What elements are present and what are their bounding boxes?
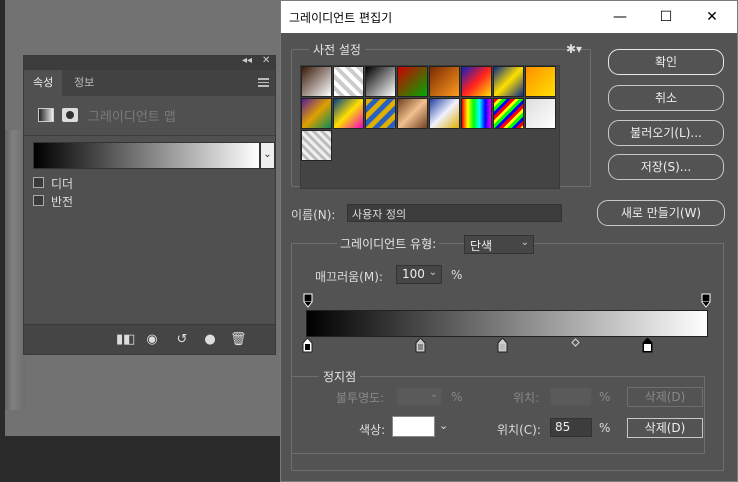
visibility-icon[interactable]: ● bbox=[202, 332, 218, 348]
preset-swatch[interactable] bbox=[397, 98, 428, 129]
delete-icon[interactable]: 🗑 bbox=[230, 332, 247, 348]
panel-footer: ▮◧ ◉ ↺ ● 🗑 bbox=[24, 324, 275, 354]
checkbox-box[interactable] bbox=[33, 177, 44, 188]
dialog-title: 그레이디언트 편집기 bbox=[289, 11, 393, 25]
mask-icon[interactable] bbox=[62, 108, 78, 122]
dither-label: 디더 bbox=[51, 177, 74, 191]
panel-top-strip: ◂◂ ✕ bbox=[24, 55, 275, 70]
gradient-edit-bar[interactable] bbox=[306, 310, 708, 337]
dither-checkbox[interactable]: 디더 bbox=[33, 175, 213, 191]
preset-swatch[interactable] bbox=[493, 66, 524, 97]
preset-swatch[interactable] bbox=[429, 98, 460, 129]
chevron-down-icon: ⌄ bbox=[428, 267, 437, 278]
panel-tabs: 속성 정보 bbox=[24, 70, 275, 96]
reset-icon[interactable]: ↺ bbox=[174, 332, 190, 348]
preset-swatch[interactable] bbox=[461, 66, 492, 97]
color-location-unit: % bbox=[599, 421, 611, 435]
chevron-down-icon: ⌄ bbox=[429, 389, 438, 400]
smoothness-label: 매끄러움(M): bbox=[315, 270, 383, 284]
color-label: 색상: bbox=[359, 423, 386, 437]
preset-swatch[interactable] bbox=[397, 66, 428, 97]
color-stop-white-selected[interactable] bbox=[642, 338, 653, 353]
chevron-down-icon: ⌄ bbox=[520, 237, 529, 248]
opacity-delete-button: 삭제(D) bbox=[627, 387, 703, 407]
save-button[interactable]: 저장(S)... bbox=[608, 154, 724, 180]
preset-swatch[interactable] bbox=[525, 66, 556, 97]
opacity-location-label: 위치: bbox=[513, 391, 540, 405]
smoothness-value: 100 bbox=[402, 267, 425, 281]
presets-gear-icon[interactable]: ✱▾ bbox=[566, 42, 582, 56]
preset-swatch[interactable] bbox=[333, 98, 364, 129]
color-stop-gray-2[interactable] bbox=[497, 338, 508, 353]
gradient-preview-bar[interactable] bbox=[33, 142, 260, 169]
gradient-type-label: 그레이디언트 유형: bbox=[337, 235, 440, 252]
canvas-image-fragment bbox=[5, 130, 25, 410]
preset-swatch[interactable] bbox=[301, 130, 332, 161]
color-stop-gray-1[interactable] bbox=[415, 338, 426, 353]
preset-swatch[interactable] bbox=[333, 66, 364, 97]
new-button[interactable]: 새로 만들기(W) bbox=[597, 200, 725, 226]
preset-swatch[interactable] bbox=[365, 66, 396, 97]
adjustment-title: 그레이디언트 맵 bbox=[88, 110, 176, 125]
preset-swatch[interactable] bbox=[365, 98, 396, 129]
color-stop-black[interactable] bbox=[302, 338, 313, 353]
gradient-editor-dialog: 그레이디언트 편집기 — ☐ ✕ 사전 설정 ✱▾ 확인 취소 불러오기(L).… bbox=[280, 0, 738, 482]
smoothness-unit: % bbox=[451, 268, 463, 282]
minimize-button[interactable]: — bbox=[597, 1, 643, 33]
color-midpoint-marker[interactable] bbox=[571, 338, 580, 347]
tab-properties[interactable]: 속성 bbox=[24, 70, 63, 96]
maximize-button[interactable]: ☐ bbox=[643, 1, 689, 33]
opacity-field: ⌄ bbox=[396, 387, 442, 406]
load-button[interactable]: 불러오기(L)... bbox=[608, 120, 724, 146]
color-delete-button[interactable]: 삭제(D) bbox=[627, 418, 703, 438]
reverse-label: 반전 bbox=[51, 195, 74, 209]
name-label: 이름(N): bbox=[291, 208, 336, 222]
color-location-field[interactable]: 85 bbox=[550, 418, 592, 437]
name-field[interactable]: 사용자 정의 bbox=[347, 204, 562, 222]
title-bar: 그레이디언트 편집기 — ☐ ✕ bbox=[281, 1, 737, 33]
collapse-panel-icon[interactable]: ◂◂ bbox=[242, 55, 252, 66]
cancel-button[interactable]: 취소 bbox=[608, 85, 724, 111]
opacity-label: 불투명도: bbox=[336, 391, 385, 405]
color-location-label: 위치(C): bbox=[497, 423, 541, 437]
opacity-location-field bbox=[550, 387, 592, 406]
preset-swatch[interactable] bbox=[301, 98, 332, 129]
close-panel-icon[interactable]: ✕ bbox=[262, 55, 270, 66]
close-button[interactable]: ✕ bbox=[689, 1, 735, 33]
smoothness-select[interactable]: 100 ⌄ bbox=[396, 265, 442, 284]
adjustment-header: 그레이디언트 맵 bbox=[24, 96, 275, 136]
ok-button[interactable]: 확인 bbox=[608, 49, 724, 75]
checkbox-box[interactable] bbox=[33, 195, 44, 206]
opacity-stop-left[interactable] bbox=[303, 293, 313, 309]
reverse-checkbox[interactable]: 반전 bbox=[33, 193, 213, 209]
preset-swatch[interactable] bbox=[461, 98, 492, 129]
opacity-unit: % bbox=[451, 390, 463, 404]
chevron-down-icon[interactable]: ⌄ bbox=[439, 419, 448, 432]
stops-legend: 정지점 bbox=[319, 368, 361, 385]
properties-panel: ◂◂ ✕ 속성 정보 그레이디언트 맵 ⌄ 디더 반전 ▮◧ ◉ ↺ ● 🗑 bbox=[23, 55, 276, 355]
view-previous-icon[interactable]: ◉ bbox=[144, 332, 160, 348]
opacity-stop-right[interactable] bbox=[701, 293, 711, 309]
color-swatch[interactable] bbox=[392, 416, 435, 437]
opacity-location-unit: % bbox=[599, 390, 611, 404]
gradient-map-icon[interactable] bbox=[38, 108, 54, 122]
gradient-type-value: 단색 bbox=[470, 239, 493, 253]
gradient-type-select[interactable]: 단색 ⌄ bbox=[464, 235, 534, 254]
tab-info[interactable]: 정보 bbox=[65, 70, 103, 96]
preset-swatch[interactable] bbox=[493, 98, 524, 129]
preset-swatch[interactable] bbox=[429, 66, 460, 97]
preset-swatch[interactable] bbox=[525, 98, 556, 129]
clip-to-layer-icon[interactable]: ▮◧ bbox=[116, 332, 135, 348]
preset-swatch[interactable] bbox=[301, 66, 332, 97]
chevron-down-icon[interactable]: ⌄ bbox=[260, 142, 275, 169]
presets-legend: 사전 설정 bbox=[309, 41, 365, 58]
panel-menu-icon[interactable] bbox=[258, 78, 269, 87]
preset-swatch-grid bbox=[300, 65, 560, 189]
